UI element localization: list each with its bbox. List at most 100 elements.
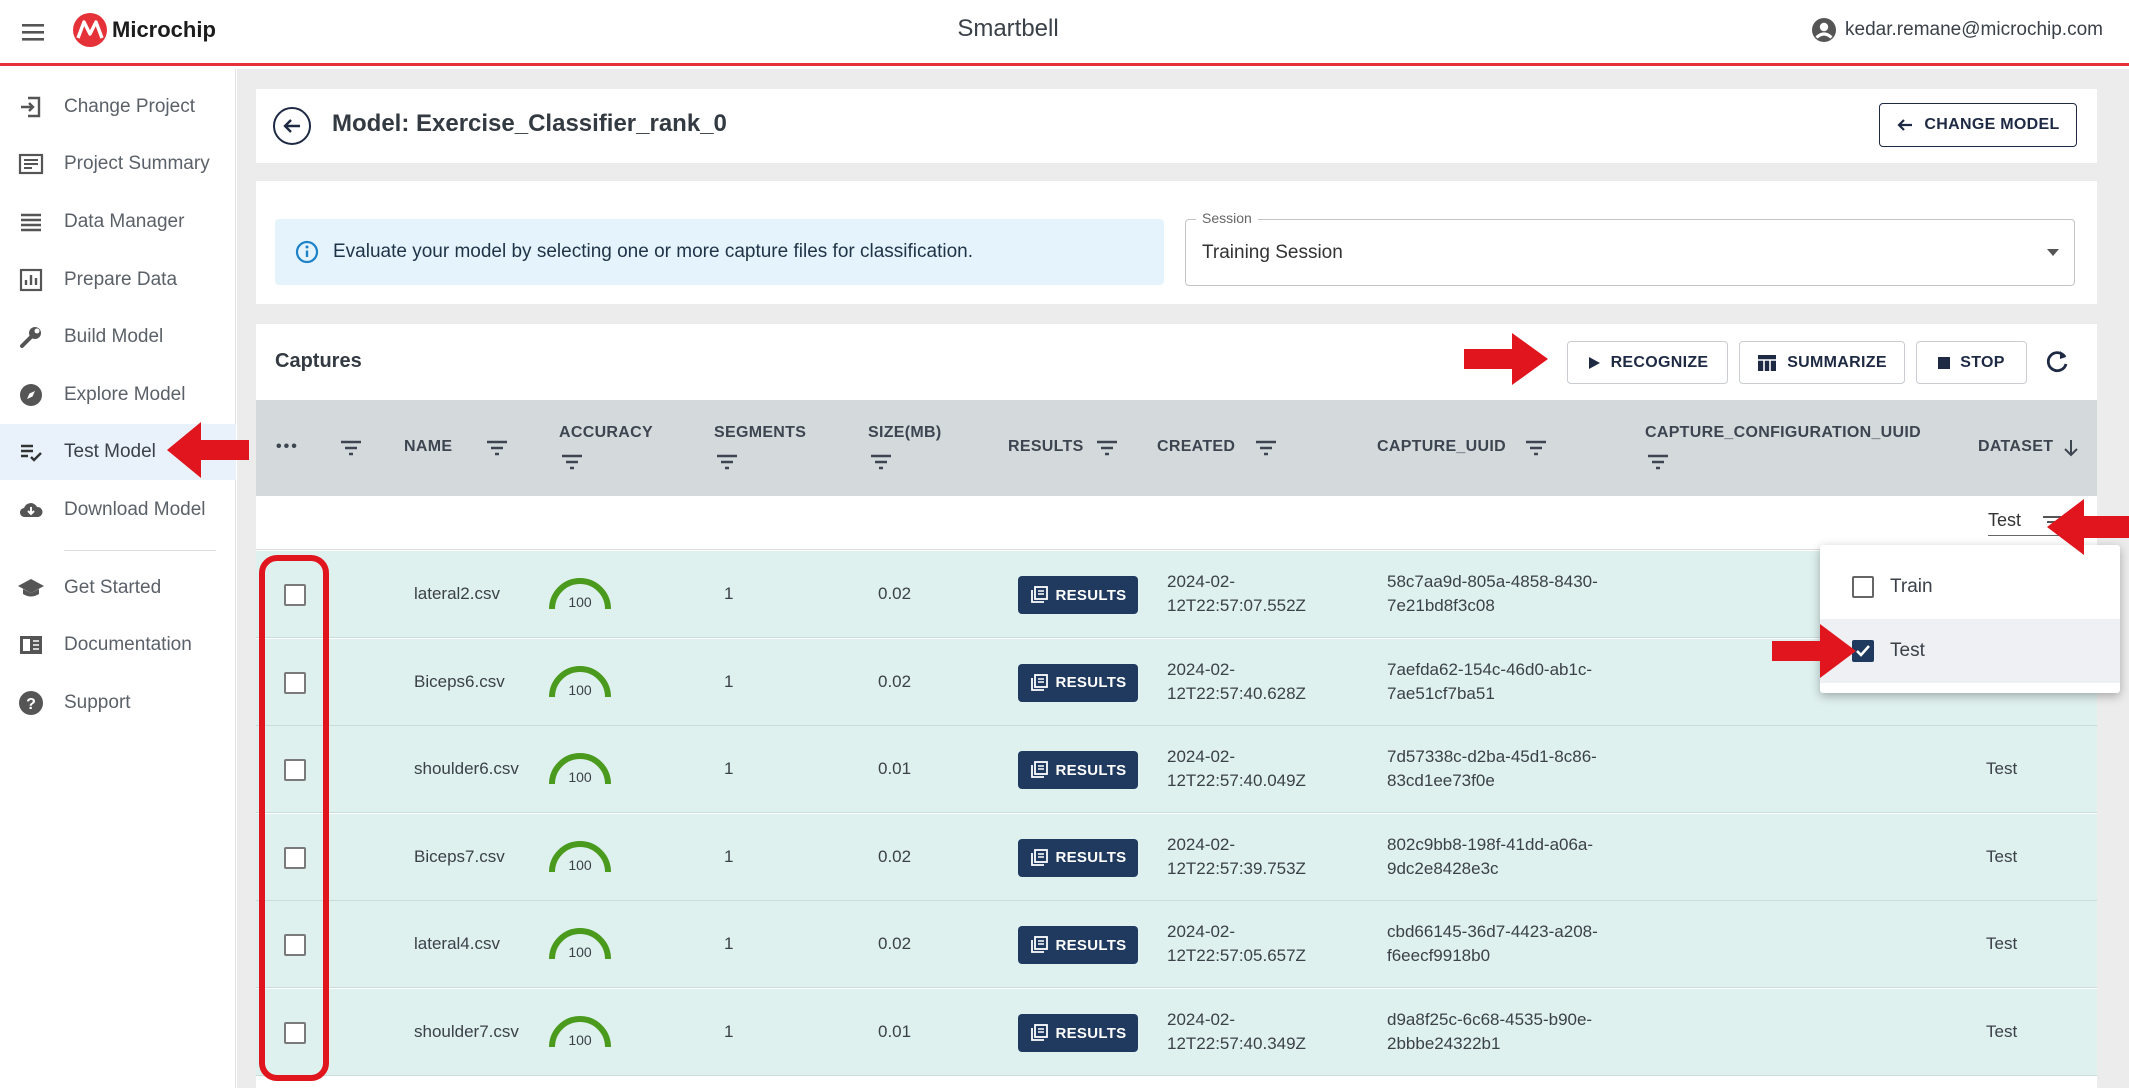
filter-icon[interactable] — [869, 452, 893, 472]
filter-icon[interactable] — [1524, 438, 1548, 458]
column-created[interactable]: CREATED — [1157, 438, 1235, 456]
book-icon — [16, 630, 46, 660]
annotation-arrow-icon — [2047, 499, 2129, 555]
library-books-icon — [1030, 673, 1048, 692]
sidebar-item-label: Download Model — [64, 499, 206, 520]
back-button[interactable] — [273, 107, 311, 145]
table-row[interactable]: lateral4.csv 100 1 0.02 RESULTS 2024-02- 12T22… — [256, 901, 2097, 989]
model-header-card: Model: Exercise_Classifier_rank_0 CHANGE… — [256, 89, 2097, 163]
results-button[interactable]: RESULTS — [1018, 663, 1138, 702]
user-menu[interactable]: kedar.remane@microchip.com — [1811, 17, 2103, 43]
sidebar-item-documentation[interactable]: Documentation — [0, 617, 236, 673]
uuid-part: 83cd1ee73f0e — [1387, 771, 1495, 791]
sidebar-item-label: Explore Model — [64, 384, 186, 405]
filter-icon[interactable] — [1646, 452, 1670, 472]
size-value: 0.02 — [878, 671, 912, 691]
results-button[interactable]: RESULTS — [1018, 926, 1138, 965]
refresh-icon[interactable] — [2043, 348, 2071, 376]
dataset-value: Test — [1986, 1022, 2018, 1041]
capture-uuid-value: cbd66145-36d7-4423-a208- f6eecf9918b0 — [1387, 920, 1598, 968]
column-size[interactable]: SIZE(MB) — [868, 424, 942, 442]
filter-icon[interactable] — [1254, 438, 1278, 458]
results-button[interactable]: RESULTS — [1018, 1014, 1138, 1052]
more-columns-icon[interactable]: ••• — [276, 438, 299, 456]
created-value: 2024-02- 12T22:57:40.628Z — [1167, 658, 1306, 706]
filter-icon[interactable] — [1095, 438, 1119, 458]
dataset-option-train[interactable]: Train — [1820, 555, 2120, 619]
arrow-back-icon — [283, 119, 300, 133]
created-date: 2024-02- — [1167, 659, 1236, 679]
filter-icon[interactable] — [560, 452, 584, 472]
sidebar-item-change-project[interactable]: Change Project — [0, 79, 236, 135]
sidebar: Change Project Project Summary Data Mana… — [0, 69, 236, 1088]
table-row[interactable]: shoulder7.csv 100 1 0.01 RESULTS 2024-02- 12T2… — [256, 989, 2097, 1076]
segments-value: 1 — [724, 759, 734, 779]
sidebar-item-prepare-data[interactable]: Prepare Data — [0, 252, 236, 308]
column-name[interactable]: NAME — [404, 438, 452, 456]
recognize-label: RECOGNIZE — [1610, 353, 1709, 371]
dataset-option-test[interactable]: Test — [1820, 619, 2120, 683]
capture-uuid-value: 7d57338c-d2ba-45d1-8c86- 83cd1ee73f0e — [1387, 745, 1597, 793]
column-accuracy[interactable]: ACCURACY — [559, 424, 653, 442]
results-button[interactable]: RESULTS — [1018, 838, 1138, 877]
sidebar-item-project-summary[interactable]: Project Summary — [0, 136, 236, 192]
filter-row: Test — [256, 496, 2097, 550]
option-label: Test — [1890, 640, 1925, 661]
change-model-button[interactable]: CHANGE MODEL — [1879, 103, 2077, 147]
column-capture-configuration-uuid[interactable]: CAPTURE_CONFIGURATION_UUID — [1645, 424, 1921, 442]
sidebar-item-label: Build Model — [64, 326, 164, 347]
sidebar-item-download-model[interactable]: Download Model — [0, 482, 236, 538]
capture-uuid-value: d9a8f25c-6c68-4535-b90e- 2bbbe24322b1 — [1387, 1008, 1592, 1056]
size-value: 0.02 — [878, 584, 912, 603]
sidebar-item-explore-model[interactable]: Explore Model — [0, 367, 236, 423]
sidebar-item-get-started[interactable]: Get Started — [0, 560, 236, 616]
table-row[interactable]: Biceps7.csv 100 1 0.02 RESULTS 2024-02- 12T22:… — [256, 813, 2097, 901]
results-label: RESULTS — [1055, 936, 1127, 954]
column-results[interactable]: RESULTS — [1008, 438, 1084, 456]
uuid-part: d9a8f25c-6c68-4535-b90e- — [1387, 1010, 1593, 1029]
sidebar-item-label: Change Project — [64, 96, 195, 117]
filter-icon[interactable] — [715, 452, 739, 472]
results-button[interactable]: RESULTS — [1018, 751, 1138, 790]
play-icon — [1587, 356, 1601, 370]
recognize-button[interactable]: RECOGNIZE — [1567, 341, 1728, 384]
column-segments[interactable]: SEGMENTS — [714, 424, 806, 442]
stop-button[interactable]: STOP — [1916, 341, 2027, 384]
annotation-highlight-box — [259, 555, 329, 1081]
library-books-icon — [1030, 848, 1048, 867]
session-select[interactable]: Session Training Session — [1185, 210, 2075, 286]
capture-uuid-value: 58c7aa9d-805a-4858-8430- 7e21bd8f3c08 — [1387, 570, 1598, 618]
sidebar-item-label: Get Started — [64, 577, 162, 598]
results-label: RESULTS — [1055, 586, 1127, 604]
svg-text:?: ? — [26, 696, 36, 713]
uuid-part: 802c9bb8-198f-41dd-a06a- — [1387, 834, 1594, 854]
info-text: Evaluate your model by selecting one or … — [333, 241, 973, 262]
sidebar-item-label: Test Model — [64, 441, 156, 462]
column-capture-uuid[interactable]: CAPTURE_UUID — [1377, 438, 1506, 456]
app-title: Smartbell — [957, 15, 1059, 42]
segments-value: 1 — [724, 584, 734, 603]
summarize-button[interactable]: SUMMARIZE — [1739, 341, 1905, 384]
chart-icon — [16, 265, 46, 295]
table-row[interactable]: shoulder6.csv 100 1 0.01 RESULTS 2024-02- 12T2… — [256, 726, 2097, 814]
filter-icon[interactable] — [339, 438, 363, 458]
created-time: 12T22:57:05.657Z — [1167, 946, 1306, 966]
column-dataset[interactable]: DATASET — [1978, 438, 2053, 456]
library-books-icon — [1030, 761, 1048, 779]
info-alert: Evaluate your model by selecting one or … — [275, 219, 1164, 285]
created-time: 12T22:57:40.049Z — [1167, 771, 1306, 791]
filter-icon[interactable] — [485, 438, 509, 458]
sidebar-item-support[interactable]: ? Support — [0, 675, 236, 731]
sort-arrow-down-icon[interactable] — [2062, 438, 2080, 458]
capture-name: shoulder7.csv — [414, 1022, 519, 1041]
sidebar-item-build-model[interactable]: Build Model — [0, 309, 236, 365]
top-bar: Microchip Smartbell kedar.remane@microch… — [0, 0, 2129, 66]
created-time: 12T22:57:40.628Z — [1167, 683, 1306, 703]
results-button[interactable]: RESULTS — [1018, 576, 1138, 614]
uuid-part: 7aefda62-154c-46d0-ab1c- — [1387, 659, 1593, 679]
table-header: ••• NAME ACCURACY SEGMENTS SIZE(MB) RESU… — [256, 400, 2097, 496]
accuracy-value: 100 — [568, 857, 592, 873]
accuracy-value: 100 — [568, 769, 592, 785]
annotation-arrow-icon — [1772, 624, 1856, 678]
sidebar-item-data-manager[interactable]: Data Manager — [0, 194, 236, 250]
